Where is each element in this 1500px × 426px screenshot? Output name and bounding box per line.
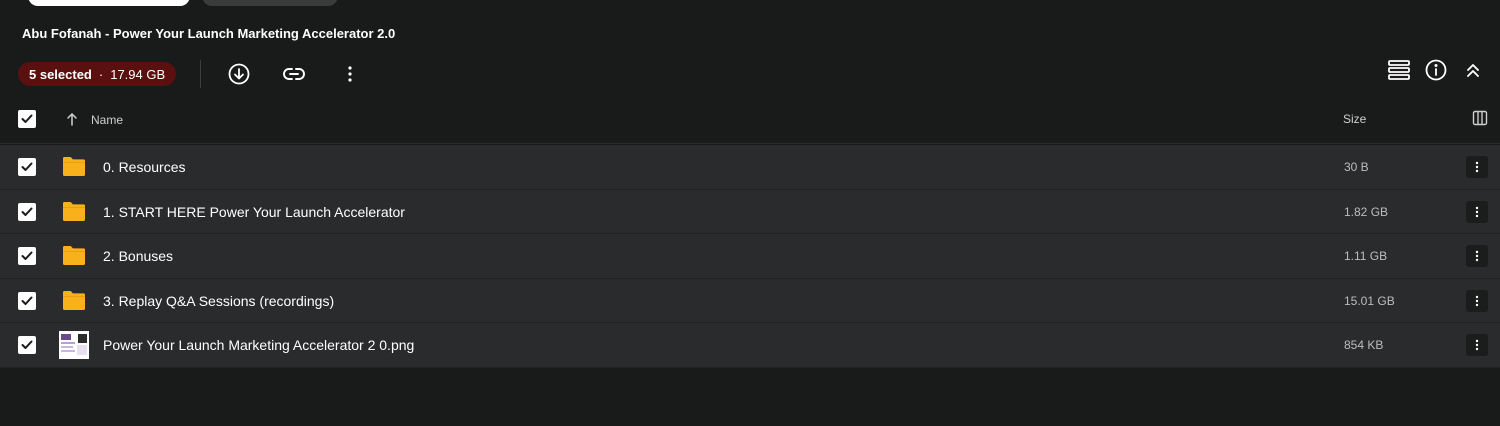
file-row[interactable]: 2. Bonuses 1.11 GB bbox=[0, 234, 1500, 279]
file-name[interactable]: 3. Replay Q&A Sessions (recordings) bbox=[103, 293, 334, 309]
row-checkbox[interactable] bbox=[18, 247, 36, 266]
name-column-header[interactable]: Name bbox=[91, 113, 123, 127]
file-list: 0. Resources 30 B 1. START HERE Power Yo… bbox=[0, 145, 1500, 368]
file-size: 1.11 GB bbox=[1344, 249, 1388, 264]
sort-up-arrow-icon[interactable] bbox=[66, 112, 78, 126]
file-name[interactable]: 1. START HERE Power Your Launch Accelera… bbox=[103, 204, 405, 220]
collapse-button[interactable] bbox=[1459, 56, 1487, 84]
file-name[interactable]: Power Your Launch Marketing Accelerator … bbox=[103, 337, 414, 353]
folder-icon bbox=[63, 290, 85, 310]
row-checkbox[interactable] bbox=[18, 202, 36, 221]
tab-inactive[interactable] bbox=[202, 0, 338, 6]
selection-count: 5 selected bbox=[29, 66, 92, 82]
link-icon bbox=[283, 68, 305, 80]
row-more-button[interactable] bbox=[1466, 200, 1488, 223]
folder-icon bbox=[63, 201, 85, 221]
file-row[interactable]: 1. START HERE Power Your Launch Accelera… bbox=[0, 189, 1500, 235]
column-settings-icon[interactable] bbox=[1472, 110, 1488, 126]
row-checkbox[interactable] bbox=[18, 158, 36, 176]
more-vertical-icon bbox=[1475, 295, 1479, 306]
file-size: 854 KB bbox=[1344, 338, 1384, 353]
selection-separator: · bbox=[98, 66, 104, 82]
collapse-up-icon bbox=[1467, 64, 1479, 77]
more-actions-button[interactable] bbox=[336, 60, 364, 88]
folder-icon bbox=[63, 157, 85, 176]
file-size: 1.82 GB bbox=[1344, 204, 1389, 219]
file-name[interactable]: 2. Bonuses bbox=[103, 248, 173, 264]
selection-toolbar: 5 selected · 17.94 GB bbox=[18, 58, 1500, 90]
table-header: Name Size bbox=[0, 100, 1500, 144]
row-more-button[interactable] bbox=[1466, 245, 1488, 268]
file-row[interactable]: 3. Replay Q&A Sessions (recordings) 15.0… bbox=[0, 278, 1500, 324]
row-checkbox[interactable] bbox=[18, 291, 36, 310]
folder-icon bbox=[63, 246, 85, 266]
checkmark-icon bbox=[21, 340, 33, 350]
list-view-button[interactable] bbox=[1385, 56, 1413, 84]
more-vertical-icon bbox=[1475, 161, 1479, 173]
download-button[interactable] bbox=[225, 60, 253, 88]
checkmark-icon bbox=[21, 251, 33, 261]
checkmark-icon bbox=[21, 296, 33, 305]
file-row[interactable]: 0. Resources 30 B bbox=[0, 145, 1500, 190]
selection-badge[interactable]: 5 selected · 17.94 GB bbox=[18, 62, 177, 86]
list-view-icon bbox=[1388, 60, 1410, 80]
copy-link-button[interactable] bbox=[280, 60, 308, 88]
checkmark-icon bbox=[21, 207, 33, 216]
tab-active[interactable] bbox=[28, 0, 190, 6]
select-all-checkbox[interactable] bbox=[18, 110, 36, 128]
more-vertical-icon bbox=[1475, 340, 1479, 351]
row-more-button[interactable] bbox=[1466, 156, 1488, 178]
file-size: 15.01 GB bbox=[1344, 293, 1395, 308]
toolbar-divider bbox=[200, 60, 201, 88]
info-button[interactable] bbox=[1422, 56, 1450, 84]
folder-title: Abu Fofanah - Power Your Launch Marketin… bbox=[22, 26, 396, 41]
download-icon bbox=[228, 63, 250, 85]
checkmark-icon bbox=[21, 162, 33, 171]
image-thumbnail bbox=[59, 331, 89, 360]
file-name[interactable]: 0. Resources bbox=[103, 159, 185, 175]
checkmark-icon bbox=[21, 114, 33, 123]
more-vertical-icon bbox=[1475, 206, 1479, 217]
row-checkbox[interactable] bbox=[18, 336, 36, 355]
more-vertical-icon bbox=[348, 66, 352, 82]
info-icon bbox=[1425, 59, 1447, 81]
size-column-header[interactable]: Size bbox=[1343, 112, 1366, 126]
more-vertical-icon bbox=[1475, 250, 1479, 262]
top-tabs bbox=[28, 0, 338, 6]
row-more-button[interactable] bbox=[1466, 334, 1488, 357]
selection-size: 17.94 GB bbox=[110, 66, 166, 82]
file-row[interactable]: Power Your Launch Marketing Accelerator … bbox=[0, 323, 1500, 368]
file-size: 30 B bbox=[1344, 160, 1369, 174]
row-more-button[interactable] bbox=[1466, 289, 1488, 312]
